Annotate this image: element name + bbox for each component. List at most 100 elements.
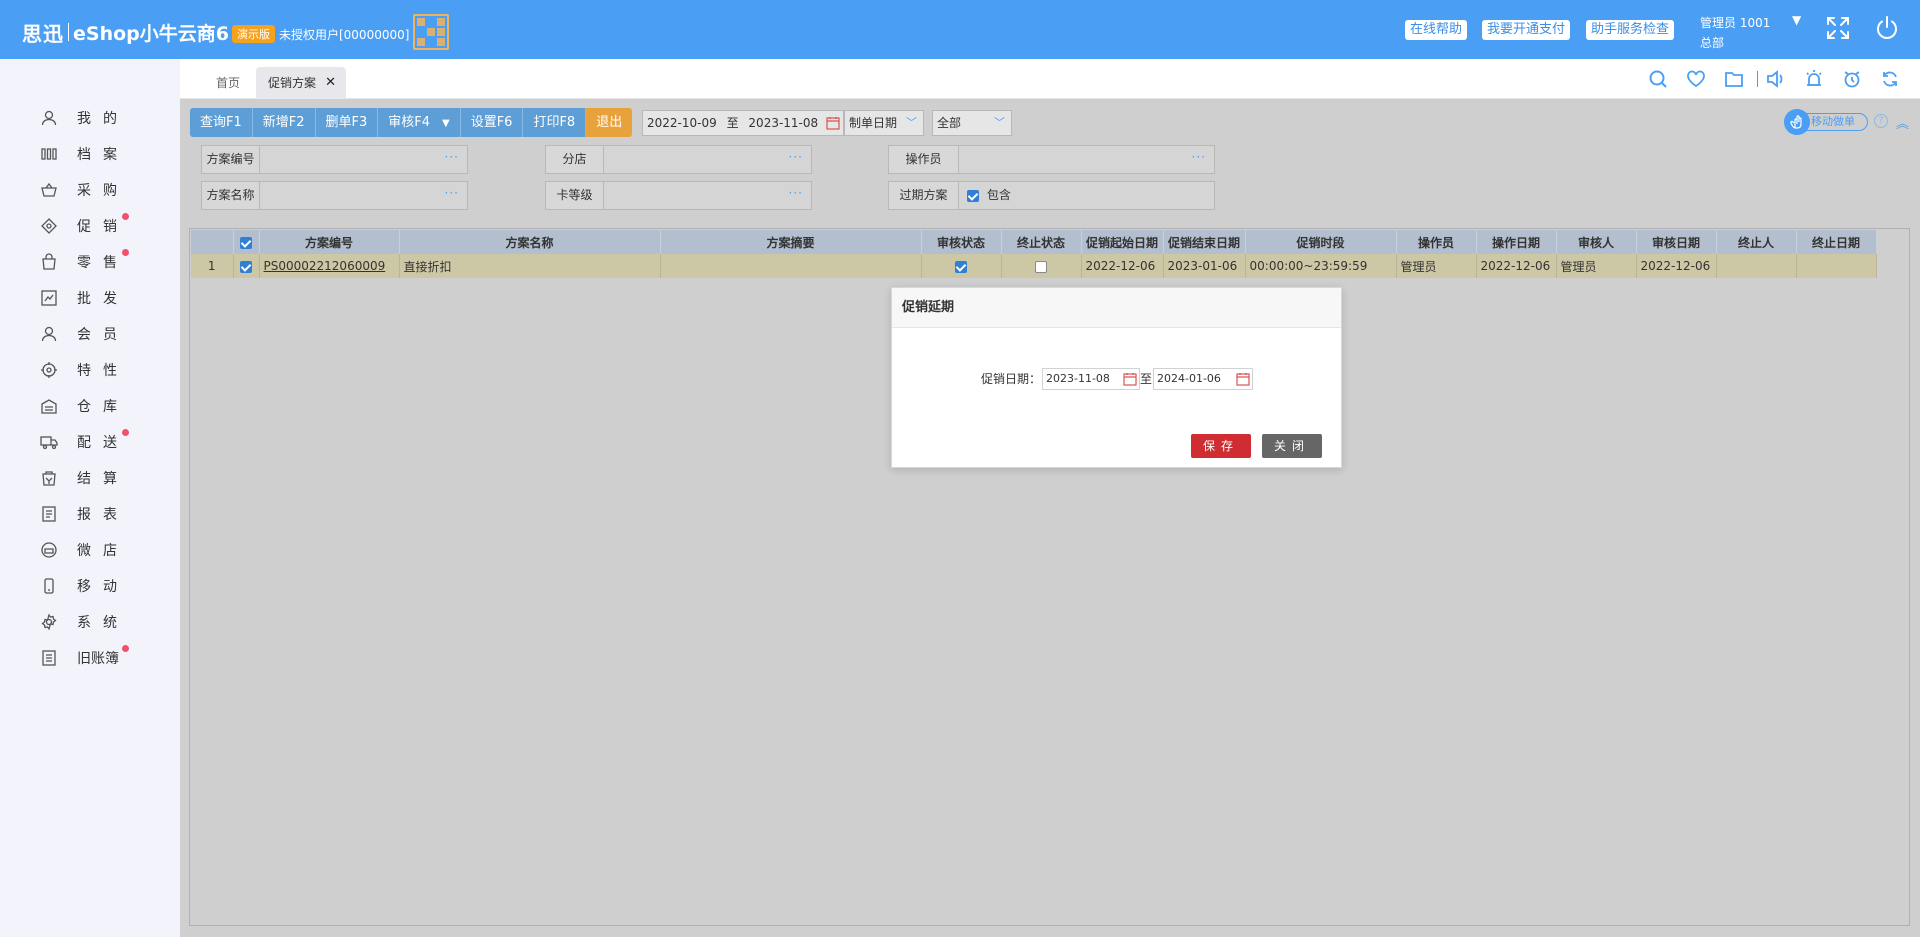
settings-button[interactable]: 设置F6 bbox=[460, 108, 524, 137]
status-value: 全部 bbox=[937, 116, 962, 130]
alarm-light-icon[interactable] bbox=[1804, 69, 1824, 89]
sidebar-item-settlement[interactable]: 结算 bbox=[40, 467, 129, 489]
table-header-row: 方案编号 方案名称 方案摘要 审核状态 终止状态 促销起始日期 促销结束日期 促… bbox=[191, 230, 1877, 254]
heart-icon[interactable] bbox=[1686, 69, 1706, 89]
sidebar-item-retail[interactable]: 零售 bbox=[40, 251, 129, 273]
more-options-icon[interactable]: ··· bbox=[445, 186, 459, 200]
column-header[interactable]: 促销时段 bbox=[1245, 230, 1397, 254]
plan-no-input[interactable]: ··· bbox=[259, 145, 468, 174]
sidebar-item-system[interactable]: 系统 bbox=[40, 611, 129, 633]
more-options-icon[interactable]: ··· bbox=[789, 186, 803, 200]
column-header[interactable]: 终止日期 bbox=[1796, 230, 1877, 254]
collapse-up-icon[interactable]: ︽ bbox=[1896, 113, 1909, 132]
more-options-icon[interactable]: ··· bbox=[1192, 150, 1206, 164]
calendar-icon[interactable] bbox=[1123, 372, 1137, 386]
date-range-field[interactable]: 2022-10-09 至 2023-11-08 bbox=[642, 110, 844, 136]
column-header[interactable]: 操作员 bbox=[1396, 230, 1477, 254]
sidebar-item-report[interactable]: 报表 bbox=[40, 503, 129, 525]
add-button[interactable]: 新增F2 bbox=[252, 108, 316, 137]
status-select[interactable]: 全部 ﹀ bbox=[932, 110, 1012, 136]
tab-promotion-plan[interactable]: 促销方案 ✕ bbox=[256, 67, 347, 99]
sidebar-item-label: 我的 bbox=[77, 111, 129, 127]
hand-icon[interactable] bbox=[1784, 109, 1810, 135]
column-header[interactable]: 方案编号 bbox=[259, 230, 400, 254]
tab-home[interactable]: 首页 bbox=[204, 67, 252, 99]
sidebar-item-feature[interactable]: 特性 bbox=[40, 359, 129, 381]
refresh-icon[interactable] bbox=[1880, 69, 1900, 89]
sidebar-item-mobile[interactable]: 移动 bbox=[40, 575, 129, 597]
close-button[interactable]: 关闭 bbox=[1262, 434, 1322, 458]
calendar-icon[interactable] bbox=[826, 116, 840, 130]
shopping-bag-icon bbox=[40, 253, 58, 271]
column-header[interactable]: 操作日期 bbox=[1476, 230, 1557, 254]
card-level-input[interactable]: ··· bbox=[603, 181, 812, 210]
column-header[interactable]: 促销结束日期 bbox=[1163, 230, 1246, 254]
dropdown-arrow-icon[interactable]: ▼ bbox=[442, 118, 450, 129]
column-header[interactable]: 促销起始日期 bbox=[1081, 230, 1164, 254]
toolbar-divider bbox=[1757, 71, 1758, 87]
open-payment-button[interactable]: 我要开通支付 bbox=[1482, 20, 1571, 40]
qr-code-icon[interactable] bbox=[413, 14, 450, 50]
alarm-clock-icon[interactable] bbox=[1842, 69, 1862, 89]
sidebar-item-delivery[interactable]: 配送 bbox=[40, 431, 129, 453]
approve-button[interactable]: 审核F4 ▼ bbox=[378, 108, 461, 137]
user-dropdown-icon[interactable]: ▼ bbox=[1792, 13, 1801, 27]
column-header[interactable]: 审核人 bbox=[1556, 230, 1637, 254]
folder-icon[interactable] bbox=[1724, 69, 1744, 89]
sidebar-item-wholesale[interactable]: 批发 bbox=[40, 287, 129, 309]
date-to-input[interactable]: 2024-01-06 bbox=[1153, 368, 1253, 390]
speaker-icon[interactable] bbox=[1766, 69, 1786, 89]
plan-name-input[interactable]: ··· bbox=[259, 181, 468, 210]
row-checkbox[interactable] bbox=[240, 260, 252, 273]
sidebar-item-purchase[interactable]: 采购 bbox=[40, 179, 129, 201]
delete-button[interactable]: 删单F3 bbox=[315, 108, 379, 137]
fullscreen-icon[interactable] bbox=[1824, 14, 1852, 42]
print-button[interactable]: 打印F8 bbox=[523, 108, 587, 137]
tab-label: 促销方案 bbox=[268, 76, 317, 90]
sidebar-item-label: 旧账簿 bbox=[77, 651, 119, 667]
query-button[interactable]: 查询F1 bbox=[190, 108, 253, 137]
sidebar-item-mine[interactable]: 我的 bbox=[40, 107, 129, 129]
include-checkbox[interactable] bbox=[967, 189, 979, 202]
sidebar-item-micro-shop[interactable]: 微店 bbox=[40, 539, 129, 561]
operator-input[interactable]: ··· bbox=[958, 145, 1215, 174]
plan-no-label: 方案编号 bbox=[201, 145, 260, 174]
date-type-select[interactable]: 制单日期 ﹀ bbox=[844, 110, 924, 136]
search-icon[interactable] bbox=[1648, 69, 1668, 89]
service-check-button[interactable]: 助手服务检查 bbox=[1586, 20, 1675, 40]
sidebar-item-warehouse[interactable]: 仓库 bbox=[40, 395, 129, 417]
sidebar-item-promotion[interactable]: 促销 bbox=[40, 215, 129, 237]
sidebar-item-member[interactable]: 会员 bbox=[40, 323, 129, 345]
help-icon[interactable]: ? bbox=[1874, 114, 1888, 128]
column-header[interactable]: 终止人 bbox=[1716, 230, 1797, 254]
date-from-input[interactable]: 2023-11-08 bbox=[1042, 368, 1140, 390]
more-options-icon[interactable]: ··· bbox=[789, 150, 803, 164]
column-header[interactable]: 方案摘要 bbox=[660, 230, 922, 254]
sidebar-item-archive[interactable]: 档案 bbox=[40, 143, 129, 165]
save-button[interactable]: 保存 bbox=[1191, 434, 1251, 458]
top-header: 思迅 eShop小牛云商6 演示版 未授权用户[00000000] 在线帮助 我… bbox=[0, 0, 1920, 59]
online-help-button[interactable]: 在线帮助 bbox=[1405, 20, 1468, 40]
plan-no-link[interactable]: PS00002212060009 bbox=[259, 254, 400, 278]
column-header[interactable]: 方案名称 bbox=[399, 230, 661, 254]
basket-icon bbox=[40, 181, 58, 199]
column-header[interactable]: 终止状态 bbox=[1001, 230, 1082, 254]
user-name[interactable]: 管理员 1001 bbox=[1700, 14, 1770, 31]
select-all-checkbox[interactable] bbox=[240, 236, 252, 249]
date-separator: 至 bbox=[726, 116, 739, 130]
warehouse-icon bbox=[40, 397, 58, 415]
more-options-icon[interactable]: ··· bbox=[445, 150, 459, 164]
power-icon[interactable] bbox=[1873, 14, 1901, 42]
calendar-icon[interactable] bbox=[1236, 372, 1250, 386]
wholesale-icon bbox=[40, 289, 58, 307]
brand-divider bbox=[68, 23, 69, 41]
exit-button[interactable]: 退出 bbox=[586, 108, 633, 137]
start-date-cell: 2022-12-06 bbox=[1081, 254, 1164, 278]
sidebar-item-old-ledger[interactable]: 旧账簿 bbox=[40, 647, 119, 669]
column-header[interactable]: 审核状态 bbox=[921, 230, 1002, 254]
column-header[interactable]: 审核日期 bbox=[1636, 230, 1717, 254]
branch-input[interactable]: ··· bbox=[603, 145, 812, 174]
date-from: 2022-10-09 bbox=[647, 116, 717, 130]
table-row[interactable]: 1 PS00002212060009 直接折扣 2022-12-06 2023-… bbox=[191, 254, 1877, 278]
close-icon[interactable]: ✕ bbox=[325, 67, 336, 99]
